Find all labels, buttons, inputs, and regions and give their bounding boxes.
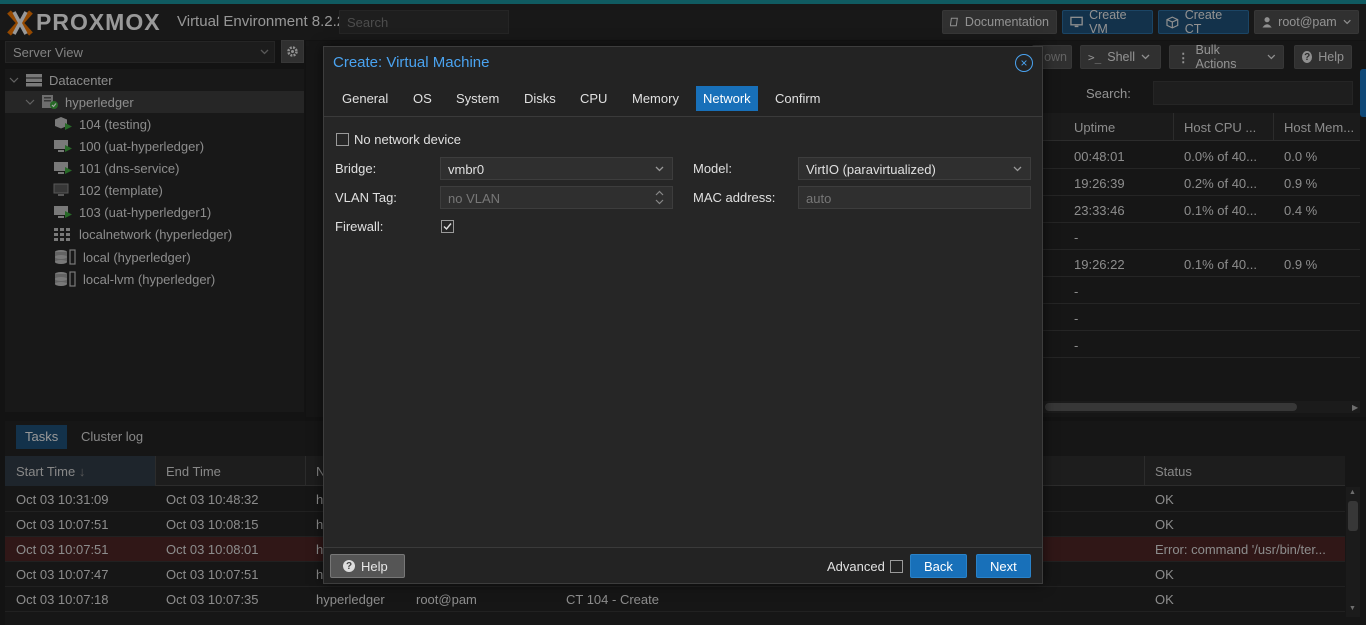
model-label: Model: xyxy=(693,161,733,176)
checkmark-icon xyxy=(443,223,452,231)
tab-network[interactable]: Network xyxy=(696,86,758,111)
dialog-title: Create: Virtual Machine xyxy=(333,54,490,71)
advanced-checkbox[interactable] xyxy=(890,560,903,573)
help-label: Help xyxy=(361,558,388,574)
chevron-down-icon xyxy=(655,166,664,172)
vlan-placeholder: no VLAN xyxy=(448,191,501,206)
firewall-checkbox[interactable] xyxy=(441,220,454,233)
close-button[interactable]: × xyxy=(1015,54,1033,72)
no-network-label: No network device xyxy=(354,132,461,147)
tab-cpu[interactable]: CPU xyxy=(573,86,614,111)
mac-placeholder: auto xyxy=(806,191,832,206)
close-icon: × xyxy=(1020,56,1028,70)
chevron-down-icon xyxy=(1013,166,1022,172)
next-button[interactable]: Next xyxy=(976,554,1031,578)
question-circle-icon: ? xyxy=(343,560,355,572)
vlan-tag-field[interactable]: no VLAN xyxy=(440,186,673,209)
tab-system[interactable]: System xyxy=(449,86,506,111)
back-button[interactable]: Back xyxy=(910,554,967,578)
model-value: VirtIO (paravirtualized) xyxy=(806,162,936,177)
no-network-checkbox[interactable] xyxy=(336,133,349,146)
bridge-select[interactable]: vmbr0 xyxy=(440,157,673,180)
bridge-label: Bridge: xyxy=(335,161,377,176)
help-button[interactable]: ? Help xyxy=(330,554,405,578)
bridge-value: vmbr0 xyxy=(448,162,485,177)
firewall-label: Firewall: xyxy=(335,219,384,234)
tab-disks[interactable]: Disks xyxy=(517,86,563,111)
mac-address-label: MAC address: xyxy=(693,190,776,205)
spinner-arrows-icon[interactable] xyxy=(655,190,664,205)
mac-address-field[interactable]: auto xyxy=(798,186,1031,209)
tab-os[interactable]: OS xyxy=(406,86,439,111)
tab-general[interactable]: General xyxy=(335,86,395,111)
advanced-label: Advanced xyxy=(827,559,885,574)
tab-memory[interactable]: Memory xyxy=(625,86,686,111)
model-select[interactable]: VirtIO (paravirtualized) xyxy=(798,157,1031,180)
tab-confirm[interactable]: Confirm xyxy=(768,86,828,111)
vlan-tag-label: VLAN Tag: xyxy=(335,190,397,205)
dialog-body xyxy=(324,116,1042,548)
